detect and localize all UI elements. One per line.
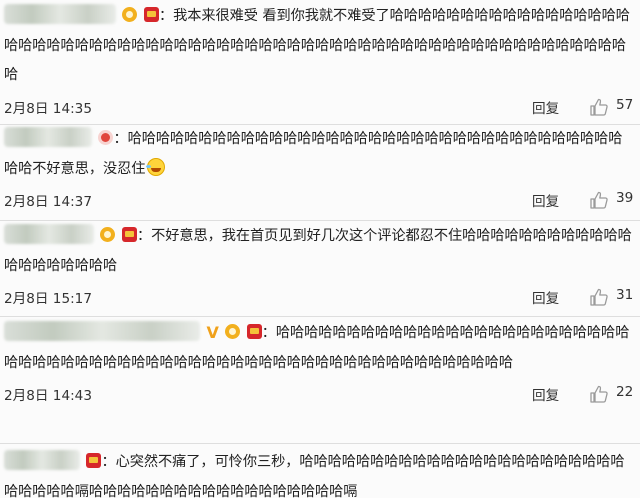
username-blurred[interactable] bbox=[4, 127, 92, 147]
thumbs-up-icon[interactable] bbox=[589, 287, 609, 307]
username-blurred[interactable] bbox=[4, 4, 116, 24]
comment-text: 不好意思，我在首页见到好几次这个评论都忍不住哈哈哈哈哈哈哈哈哈哈哈哈哈哈哈哈哈哈… bbox=[4, 228, 632, 274]
laugh-cry-emoji-icon bbox=[146, 157, 166, 176]
comment-1: ：我本来很难受 看到你我就不难受了哈哈哈哈哈哈哈哈哈哈哈哈哈哈哈哈哈哈哈哈哈哈哈… bbox=[0, 2, 640, 125]
reply-button[interactable]: 回复 bbox=[532, 287, 559, 307]
thumbs-up-icon[interactable] bbox=[589, 97, 609, 117]
divider bbox=[0, 443, 640, 444]
comment-meta: 2月8日 14:43 回复 22 bbox=[4, 378, 636, 412]
like-count: 57 bbox=[616, 96, 634, 113]
red-packet-badge-icon bbox=[86, 453, 102, 468]
comment-time: 2月8日 14:37 bbox=[4, 194, 92, 210]
thumbs-up-icon[interactable] bbox=[589, 190, 609, 210]
red-packet-badge-icon bbox=[121, 227, 137, 242]
reply-button[interactable]: 回复 bbox=[532, 190, 559, 210]
comment-3: ：不好意思，我在首页见到好几次这个评论都忍不住哈哈哈哈哈哈哈哈哈哈哈哈哈哈哈哈哈… bbox=[0, 222, 640, 315]
username-blurred[interactable] bbox=[4, 321, 200, 341]
comment-5: ：心突然不痛了，可怜你三秒，哈哈哈哈哈哈哈哈哈哈哈哈哈哈哈哈哈哈哈哈哈哈哈哈哈哈… bbox=[0, 448, 640, 498]
vip-v-icon: V bbox=[206, 323, 219, 342]
red-packet-badge-icon bbox=[246, 324, 262, 339]
comment-meta: 2月8日 14:37 回复 39 bbox=[4, 184, 636, 218]
comment-2: ：哈哈哈哈哈哈哈哈哈哈哈哈哈哈哈哈哈哈哈哈哈哈哈哈哈哈哈哈哈哈哈哈哈哈哈哈哈不好… bbox=[0, 125, 640, 218]
divider bbox=[0, 316, 640, 317]
gold-medal-icon bbox=[122, 7, 138, 22]
username-blurred[interactable] bbox=[4, 450, 80, 470]
like-count: 39 bbox=[616, 190, 634, 206]
reply-button[interactable]: 回复 bbox=[532, 97, 559, 117]
divider bbox=[0, 220, 640, 221]
comment-time: 2月8日 14:43 bbox=[4, 388, 92, 404]
like-count: 22 bbox=[616, 384, 634, 400]
thumbs-up-icon[interactable] bbox=[589, 384, 609, 404]
gold-medal-icon bbox=[100, 227, 116, 242]
like-count: 31 bbox=[616, 287, 634, 303]
comment-text: 哈哈哈哈哈哈哈哈哈哈哈哈哈哈哈哈哈哈哈哈哈哈哈哈哈哈哈哈哈哈哈哈哈哈哈哈哈不好意… bbox=[4, 131, 623, 177]
red-packet-badge-icon bbox=[143, 7, 159, 22]
comment-time: 2月8日 15:17 bbox=[4, 291, 92, 307]
rose-medal-icon bbox=[98, 130, 114, 145]
comment-meta: 2月8日 14:35 回复 57 bbox=[4, 91, 636, 125]
comment-4: V ：哈哈哈哈哈哈哈哈哈哈哈哈哈哈哈哈哈哈哈哈哈哈哈哈哈哈哈哈哈哈哈哈哈哈哈哈哈… bbox=[0, 318, 640, 412]
comment-meta: 2月8日 15:17 回复 31 bbox=[4, 281, 636, 315]
username-blurred[interactable] bbox=[4, 224, 94, 244]
gold-medal-icon bbox=[225, 324, 241, 339]
reply-button[interactable]: 回复 bbox=[532, 384, 559, 404]
comment-time: 2月8日 14:35 bbox=[4, 100, 92, 117]
